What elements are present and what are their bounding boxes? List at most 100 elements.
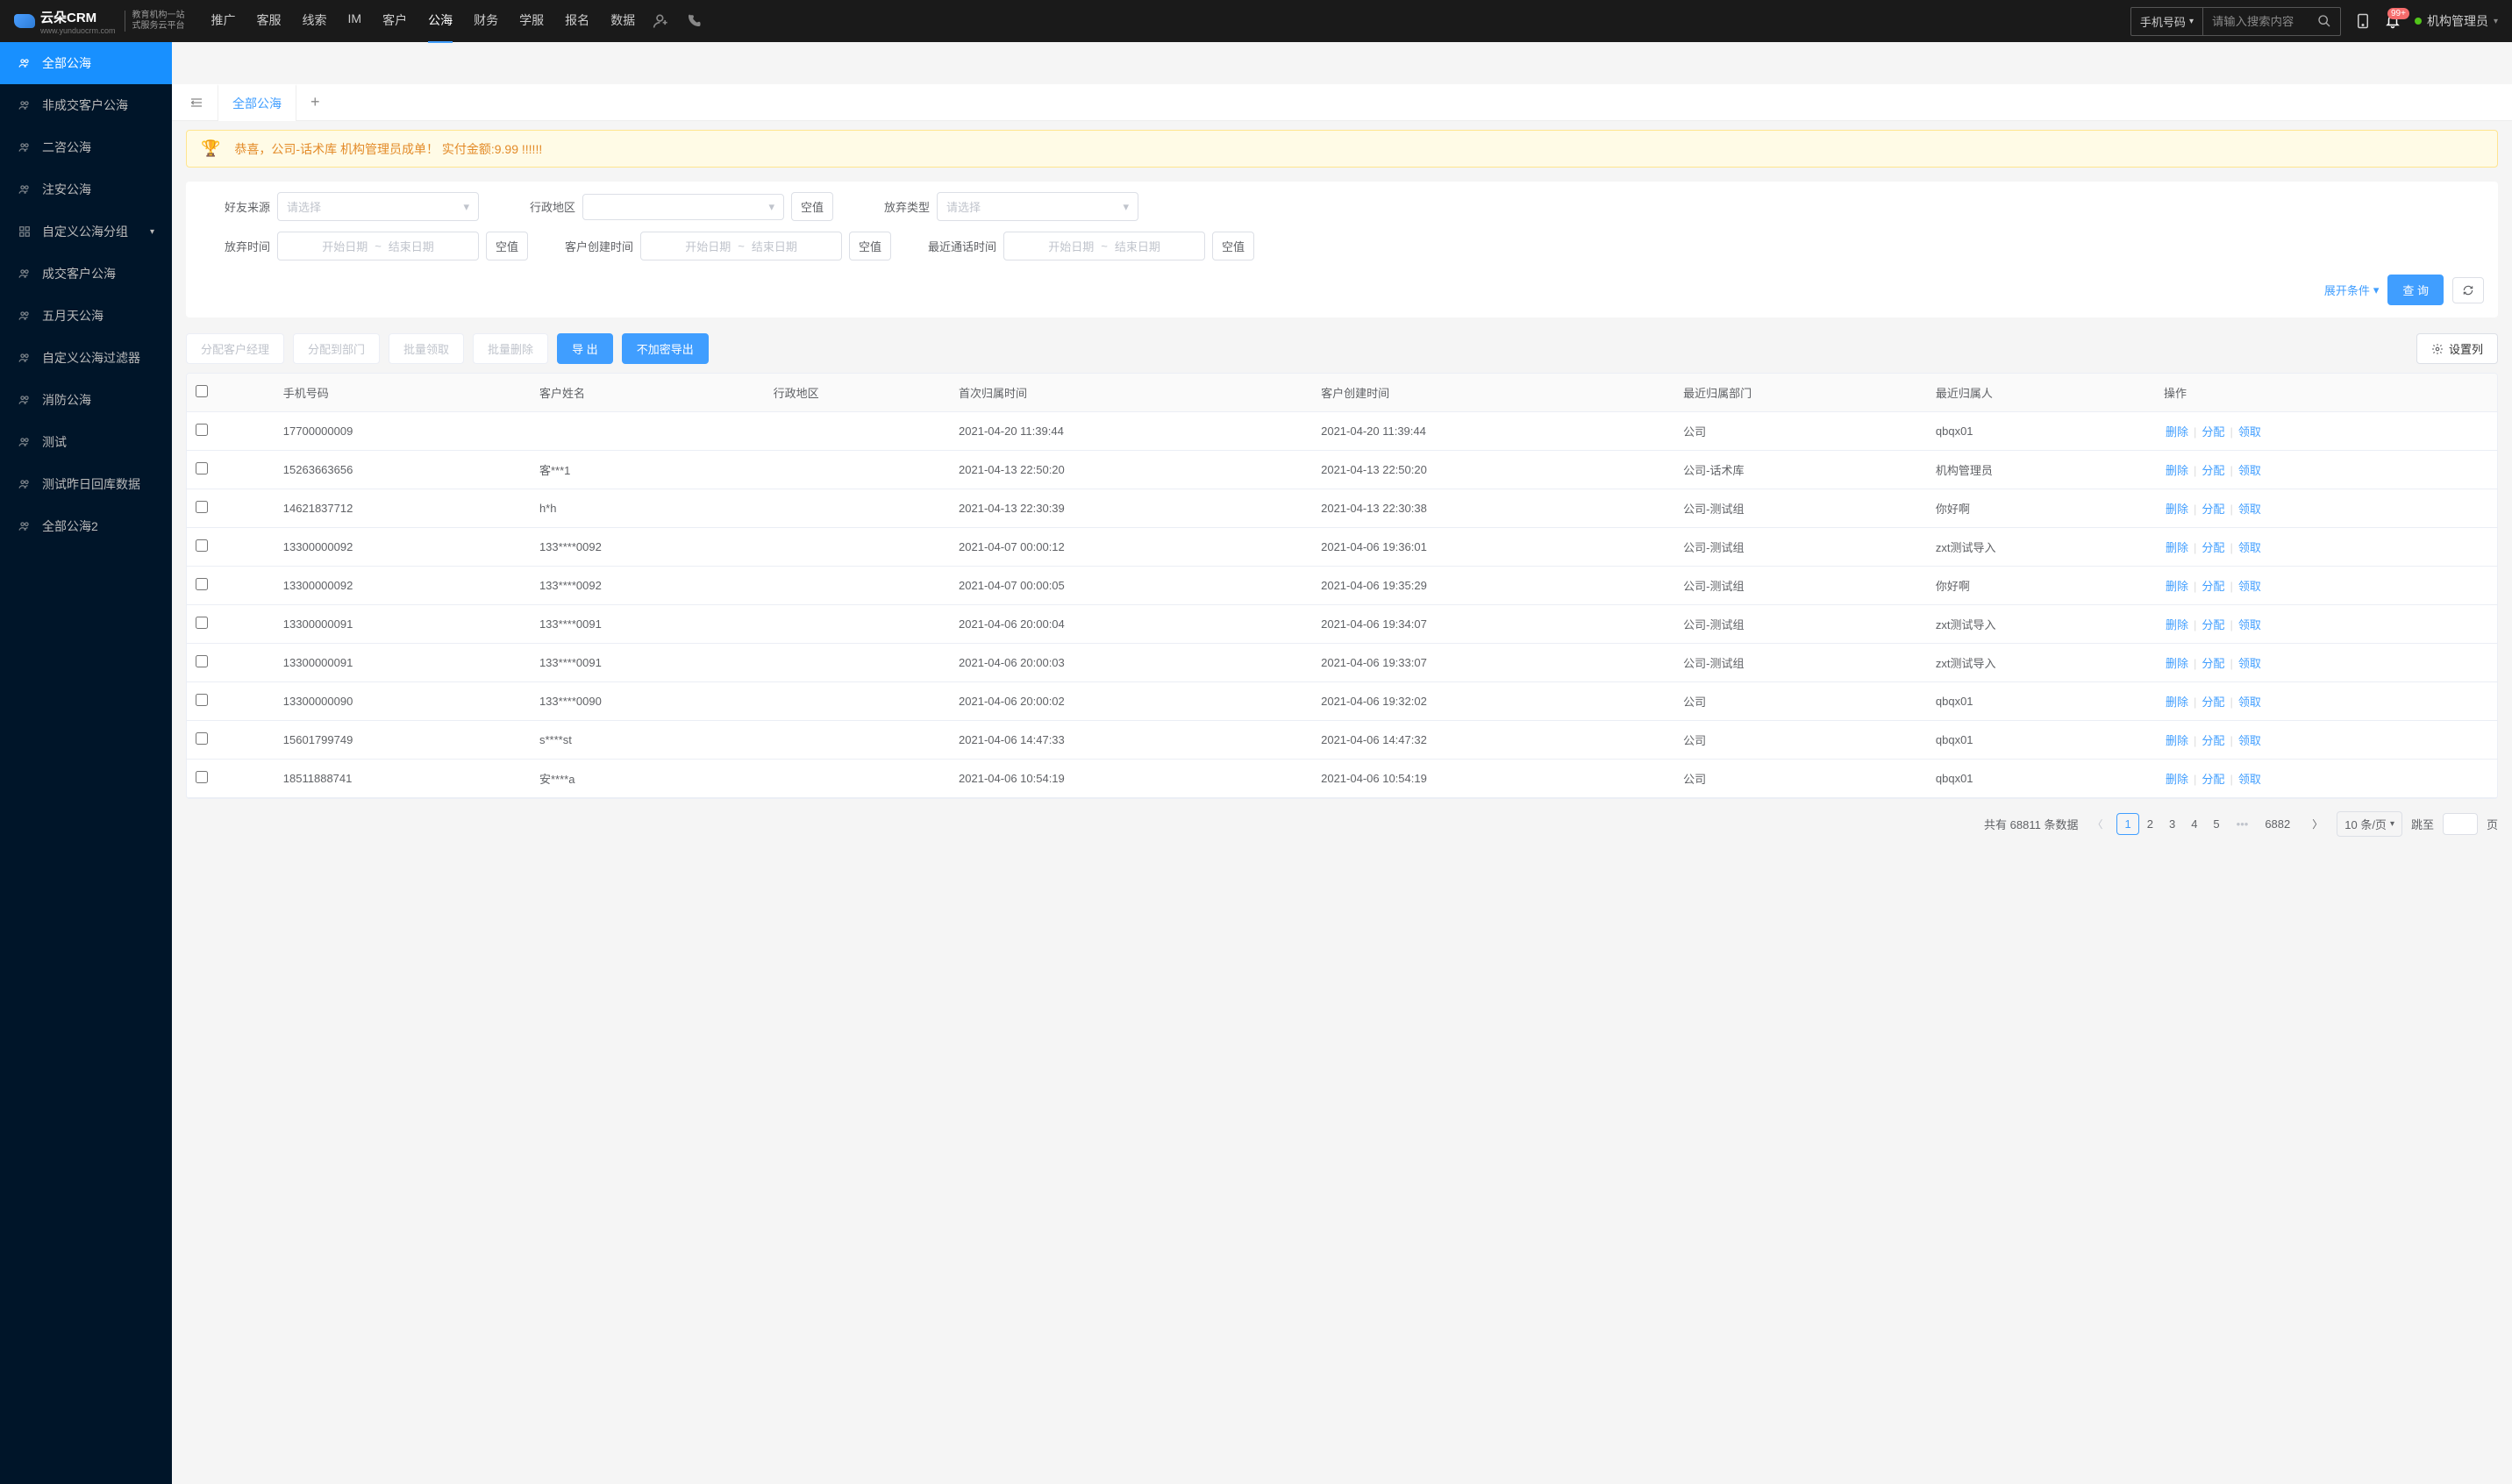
claim-link[interactable]: 领取 xyxy=(2237,696,2263,709)
refresh-icon[interactable] xyxy=(2452,277,2484,303)
columns-settings-button[interactable]: 设置列 xyxy=(2416,333,2498,364)
delete-link[interactable]: 删除 xyxy=(2164,580,2190,593)
export-plain-button[interactable]: 不加密导出 xyxy=(622,333,709,364)
nav-item-6[interactable]: 财务 xyxy=(474,0,498,43)
nav-item-5[interactable]: 公海 xyxy=(428,0,453,43)
nav-item-7[interactable]: 学服 xyxy=(519,0,544,43)
sidebar-item-2[interactable]: 二咨公海 xyxy=(0,126,172,168)
assign-link[interactable]: 分配 xyxy=(2200,734,2226,747)
search-type-select[interactable]: 手机号码 ▾ xyxy=(2131,8,2203,35)
delete-link[interactable]: 删除 xyxy=(2164,425,2190,439)
row-checkbox[interactable] xyxy=(196,424,208,436)
sidebar-item-0[interactable]: 全部公海 xyxy=(0,42,172,84)
assign-link[interactable]: 分配 xyxy=(2200,657,2226,670)
assign-link[interactable]: 分配 xyxy=(2200,503,2226,516)
nav-item-1[interactable]: 客服 xyxy=(257,0,282,43)
assign-link[interactable]: 分配 xyxy=(2200,580,2226,593)
page-3[interactable]: 3 xyxy=(2161,813,2183,835)
assign-link[interactable]: 分配 xyxy=(2200,464,2226,477)
claim-link[interactable]: 领取 xyxy=(2237,618,2263,631)
batch-claim-button[interactable]: 批量领取 xyxy=(389,333,464,364)
row-checkbox[interactable] xyxy=(196,694,208,706)
assign-dept-button[interactable]: 分配到部门 xyxy=(293,333,380,364)
page-last[interactable]: 6882 xyxy=(2257,813,2298,835)
row-checkbox[interactable] xyxy=(196,578,208,590)
sidebar-item-6[interactable]: 五月天公海 xyxy=(0,295,172,337)
page-2[interactable]: 2 xyxy=(2139,813,2161,835)
row-checkbox[interactable] xyxy=(196,462,208,474)
tab-all-public[interactable]: 全部公海 xyxy=(218,84,296,121)
search-icon[interactable] xyxy=(2309,9,2340,33)
empty-value-button[interactable]: 空值 xyxy=(849,232,891,260)
sidebar-item-5[interactable]: 成交客户公海 xyxy=(0,253,172,295)
expand-filters-button[interactable]: 展开条件 ▾ xyxy=(2324,282,2380,298)
add-user-icon[interactable] xyxy=(653,12,670,30)
sidebar-item-10[interactable]: 测试昨日回库数据 xyxy=(0,463,172,505)
row-checkbox[interactable] xyxy=(196,655,208,667)
assign-link[interactable]: 分配 xyxy=(2200,425,2226,439)
claim-link[interactable]: 领取 xyxy=(2237,657,2263,670)
nav-item-3[interactable]: IM xyxy=(348,0,362,43)
select-all-checkbox[interactable] xyxy=(196,385,208,397)
phone-icon[interactable] xyxy=(686,13,702,29)
export-button[interactable]: 导 出 xyxy=(557,333,613,364)
bell-icon[interactable]: 99+ xyxy=(2385,13,2401,29)
row-checkbox[interactable] xyxy=(196,617,208,629)
sidebar-item-7[interactable]: 自定义公海过滤器 xyxy=(0,337,172,379)
tab-add-icon[interactable]: + xyxy=(296,84,334,120)
empty-value-button[interactable]: 空值 xyxy=(1212,232,1254,260)
batch-delete-button[interactable]: 批量删除 xyxy=(473,333,548,364)
page-size-select[interactable]: 10 条/页 ▾ xyxy=(2337,811,2402,837)
nav-item-9[interactable]: 数据 xyxy=(610,0,635,43)
assign-link[interactable]: 分配 xyxy=(2200,541,2226,554)
nav-item-4[interactable]: 客户 xyxy=(382,0,407,43)
nav-item-8[interactable]: 报名 xyxy=(565,0,589,43)
delete-link[interactable]: 删除 xyxy=(2164,773,2190,786)
sidebar-item-11[interactable]: 全部公海2 xyxy=(0,505,172,547)
row-checkbox[interactable] xyxy=(196,501,208,513)
claim-link[interactable]: 领取 xyxy=(2237,580,2263,593)
claim-link[interactable]: 领取 xyxy=(2237,503,2263,516)
nav-item-2[interactable]: 线索 xyxy=(303,0,327,43)
delete-link[interactable]: 删除 xyxy=(2164,734,2190,747)
row-checkbox[interactable] xyxy=(196,539,208,552)
claim-link[interactable]: 领取 xyxy=(2237,734,2263,747)
page-4[interactable]: 4 xyxy=(2183,813,2205,835)
delete-link[interactable]: 删除 xyxy=(2164,696,2190,709)
jump-input[interactable] xyxy=(2443,813,2478,835)
delete-link[interactable]: 删除 xyxy=(2164,503,2190,516)
sidebar-item-4[interactable]: 自定义公海分组▾ xyxy=(0,210,172,253)
claim-link[interactable]: 领取 xyxy=(2237,425,2263,439)
collapse-menu-icon[interactable] xyxy=(182,89,211,117)
assign-link[interactable]: 分配 xyxy=(2200,696,2226,709)
assign-manager-button[interactable]: 分配客户经理 xyxy=(186,333,284,364)
assign-link[interactable]: 分配 xyxy=(2200,618,2226,631)
sidebar-item-3[interactable]: 注安公海 xyxy=(0,168,172,210)
delete-link[interactable]: 删除 xyxy=(2164,618,2190,631)
nav-item-0[interactable]: 推广 xyxy=(211,0,236,43)
prev-page-icon[interactable]: 〈 xyxy=(2087,813,2108,835)
abandon-type-select[interactable]: 请选择 ▾ xyxy=(937,192,1138,221)
claim-link[interactable]: 领取 xyxy=(2237,464,2263,477)
assign-link[interactable]: 分配 xyxy=(2200,773,2226,786)
sidebar-item-1[interactable]: 非成交客户公海 xyxy=(0,84,172,126)
claim-link[interactable]: 领取 xyxy=(2237,773,2263,786)
delete-link[interactable]: 删除 xyxy=(2164,541,2190,554)
logo[interactable]: 云朵CRM www.yunduocrm.com 教育机构一站 式服务云平台 xyxy=(14,8,185,35)
abandon-time-range[interactable]: 开始日期~结束日期 xyxy=(277,232,479,260)
create-time-range[interactable]: 开始日期~结束日期 xyxy=(640,232,842,260)
sidebar-item-8[interactable]: 消防公海 xyxy=(0,379,172,421)
region-select[interactable]: ▾ xyxy=(582,194,784,220)
search-input[interactable] xyxy=(2203,10,2309,33)
friend-source-select[interactable]: 请选择 ▾ xyxy=(277,192,479,221)
query-button[interactable]: 查 询 xyxy=(2387,275,2444,305)
row-checkbox[interactable] xyxy=(196,771,208,783)
empty-value-button[interactable]: 空值 xyxy=(791,192,833,221)
delete-link[interactable]: 删除 xyxy=(2164,657,2190,670)
row-checkbox[interactable] xyxy=(196,732,208,745)
next-page-icon[interactable]: 〉 xyxy=(2307,813,2328,835)
last-call-range[interactable]: 开始日期~结束日期 xyxy=(1003,232,1205,260)
tablet-icon[interactable] xyxy=(2355,13,2371,29)
sidebar-item-9[interactable]: 测试 xyxy=(0,421,172,463)
page-5[interactable]: 5 xyxy=(2205,813,2227,835)
